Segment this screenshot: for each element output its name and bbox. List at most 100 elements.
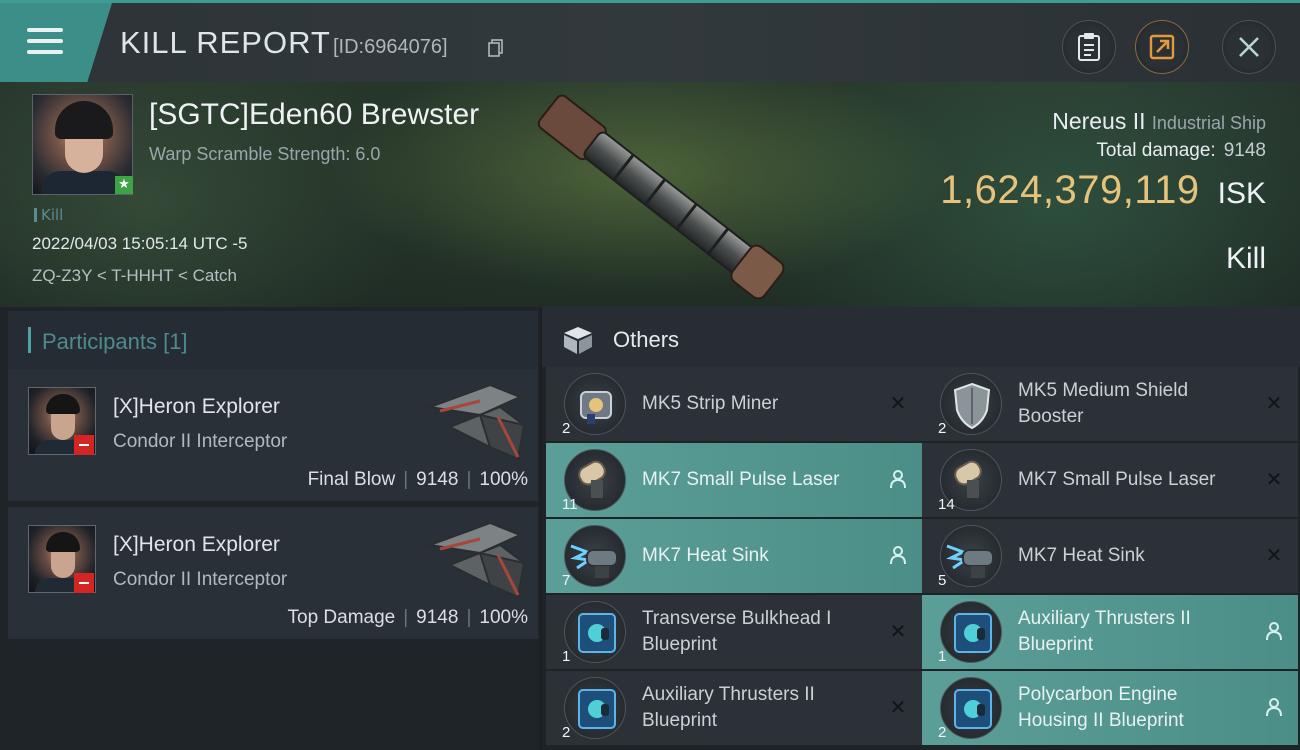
participant-damage: 9148 [416, 607, 459, 628]
close-button[interactable] [1222, 20, 1276, 74]
kill-result: Kill [1225, 242, 1266, 275]
stat-separator: | [466, 469, 472, 490]
clipboard-icon [1078, 33, 1100, 61]
participant-percent: 100% [479, 607, 528, 628]
participant-role: Final Blow [307, 469, 396, 490]
person-icon[interactable] [1264, 621, 1284, 641]
participants-label: Participants [42, 329, 157, 354]
item-quantity: 2 [938, 420, 947, 437]
item-name: Polycarbon Engine Housing II Blueprint [1018, 684, 1184, 731]
item-quantity: 11 [562, 496, 578, 513]
isk-value: 1,624,379,119 [940, 168, 1200, 212]
stat-separator: | [466, 607, 472, 628]
item-row[interactable]: 2 MK5 Medium Shield Booster ✕ [922, 367, 1298, 441]
others-title: Others [613, 327, 680, 352]
copy-icon[interactable] [488, 39, 504, 57]
item-row[interactable]: 11 MK7 Small Pulse Laser [546, 443, 922, 517]
participants-count: [1] [163, 329, 188, 354]
strip-miner-icon [564, 373, 626, 435]
item-row[interactable]: 1 Transverse Bulkhead I Blueprint ✕ [546, 595, 922, 669]
heat-sink-icon [564, 525, 626, 587]
victim-name[interactable]: [SGTC]Eden60 Brewster [149, 98, 479, 132]
kill-tag: Kill [34, 206, 63, 224]
warp-scramble-strength: Warp Scramble Strength: 6.0 [149, 144, 381, 164]
menu-tab[interactable] [0, 3, 112, 82]
others-panel: Others 2 MK5 Strip Miner ✕ 2 MK5 Medium Shie… [542, 307, 1300, 750]
star-icon: ★ [115, 176, 133, 194]
participant-name: [X]Heron Explorer [113, 533, 280, 556]
participant-ship-image [426, 521, 526, 599]
share-icon [1149, 34, 1175, 60]
close-icon[interactable]: ✕ [888, 393, 908, 413]
item-name: MK5 Medium Shield Booster [1018, 380, 1189, 427]
item-quantity: 2 [938, 724, 947, 741]
stat-separator: | [403, 469, 409, 490]
participant-role: Top Damage [287, 607, 396, 628]
participants-title: Participants [1] [42, 329, 188, 355]
blueprint-icon [940, 601, 1002, 663]
item-name: MK7 Small Pulse Laser [1018, 469, 1216, 490]
item-row[interactable]: 2 Polycarbon Engine Housing II Blueprint [922, 671, 1298, 745]
person-icon[interactable] [1264, 697, 1284, 717]
participant-stats: Final Blow | 9148 | 100% [308, 469, 528, 491]
participant-name: [X]Heron Explorer [113, 395, 280, 418]
item-quantity: 2 [562, 420, 571, 437]
close-icon[interactable]: ✕ [1264, 469, 1284, 489]
item-quantity: 2 [562, 724, 571, 741]
close-icon[interactable]: ✕ [888, 697, 908, 717]
item-row[interactable]: 2 Auxiliary Thrusters II Blueprint ✕ [546, 671, 922, 745]
item-name: Auxiliary Thrusters II Blueprint [642, 684, 815, 731]
participant-card[interactable]: [X]Heron Explorer Condor II Interceptor … [8, 369, 538, 501]
item-quantity: 7 [562, 572, 571, 589]
item-quantity: 1 [938, 648, 947, 665]
item-name: MK7 Small Pulse Laser [642, 469, 840, 490]
item-row[interactable]: 7 MK7 Heat Sink [546, 519, 922, 593]
participant-ship: Condor II Interceptor [113, 569, 288, 590]
item-name: Auxiliary Thrusters II Blueprint [1018, 608, 1191, 655]
item-row[interactable]: 14 MK7 Small Pulse Laser ✕ [922, 443, 1298, 517]
participants-header: Participants [1] [8, 311, 538, 369]
hostile-badge-icon [74, 435, 94, 455]
participant-percent: 100% [479, 469, 528, 490]
person-icon[interactable] [888, 469, 908, 489]
victim-ship-name[interactable]: Nereus II Industrial Ship [1052, 108, 1266, 135]
item-name: Transverse Bulkhead I Blueprint [642, 608, 832, 655]
participants-panel: Participants [1] [X]Heron Explorer Condo… [0, 307, 540, 750]
close-icon[interactable]: ✕ [1264, 545, 1284, 565]
item-name: MK5 Strip Miner [642, 393, 779, 414]
isk-unit: ISK [1217, 177, 1266, 210]
page-title: KILL REPORT [120, 25, 331, 60]
report-id: [ID:6964076] [333, 36, 448, 58]
item-name: MK7 Heat Sink [642, 545, 769, 566]
kill-datetime: 2022/04/03 15:05:14 UTC -5 [32, 234, 248, 253]
close-icon[interactable]: ✕ [888, 621, 908, 641]
blueprint-icon [564, 601, 626, 663]
participant-card[interactable]: [X]Heron Explorer Condor II Interceptor … [8, 507, 538, 639]
close-icon[interactable]: ✕ [1264, 393, 1284, 413]
ship-name-label: Nereus II [1052, 108, 1146, 134]
total-damage-value: 9148 [1223, 140, 1266, 161]
item-row[interactable]: 2 MK5 Strip Miner ✕ [546, 367, 922, 441]
item-quantity: 1 [562, 648, 571, 665]
menu-icon[interactable] [27, 28, 63, 56]
participant-stats: Top Damage | 9148 | 100% [288, 607, 529, 629]
share-button[interactable] [1135, 20, 1189, 74]
item-quantity: 14 [938, 496, 955, 513]
participant-damage: 9148 [416, 469, 459, 490]
kill-summary: ★ [SGTC]Eden60 Brewster Warp Scramble St… [0, 82, 1300, 307]
header-bar: KILL REPORT [ID:6964076] [0, 0, 1300, 82]
clipboard-button[interactable] [1062, 20, 1116, 74]
ship-class-label: Industrial Ship [1151, 113, 1266, 133]
item-quantity: 5 [938, 572, 947, 589]
hostile-badge-icon [74, 573, 94, 593]
item-row[interactable]: 5 MK7 Heat Sink ✕ [922, 519, 1298, 593]
kill-tag-label: Kill [41, 206, 64, 224]
heat-sink-icon [940, 525, 1002, 587]
blueprint-icon [564, 677, 626, 739]
close-icon [1239, 37, 1259, 57]
participant-ship-image [426, 383, 526, 461]
participant-ship: Condor II Interceptor [113, 431, 288, 452]
isk-value-row: 1,624,379,119 ISK [940, 168, 1266, 213]
person-icon[interactable] [888, 545, 908, 565]
item-row[interactable]: 1 Auxiliary Thrusters II Blueprint [922, 595, 1298, 669]
